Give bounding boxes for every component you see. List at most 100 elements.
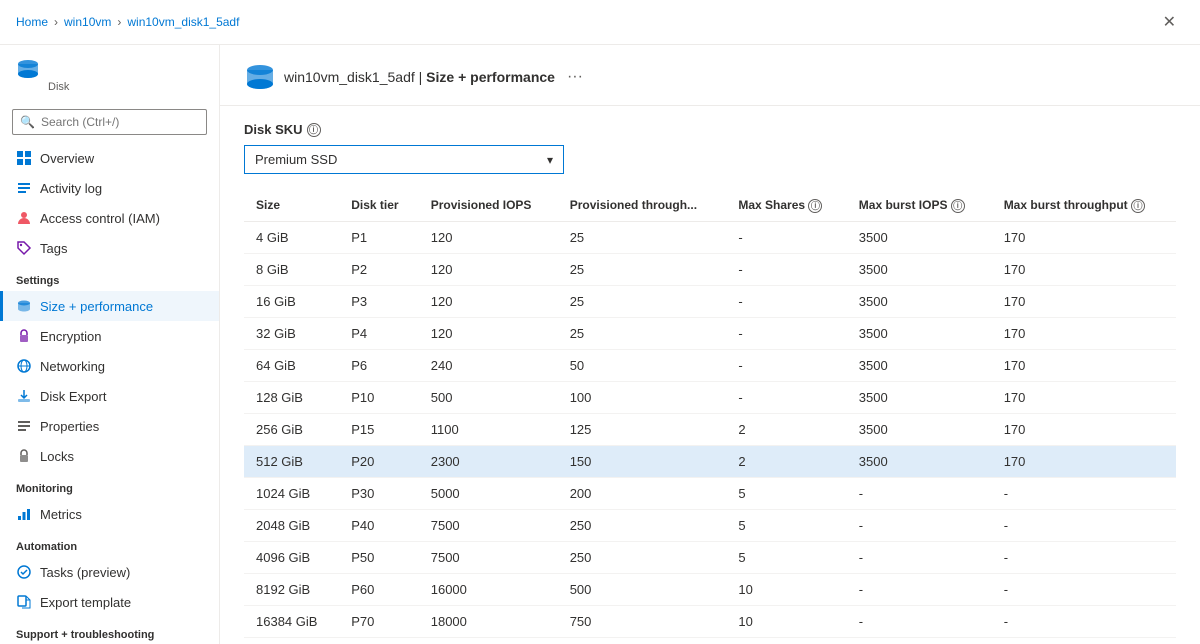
cell-max-shares: 5 (726, 477, 846, 509)
breadcrumb: Home › win10vm › win10vm_disk1_5adf (16, 15, 239, 29)
cell-burst-throughput: 170 (992, 285, 1176, 317)
cell-size: 256 GiB (244, 413, 339, 445)
sidebar-item-disk-export[interactable]: Disk Export (0, 381, 219, 411)
more-options-button[interactable]: ··· (563, 64, 587, 90)
cell-tier: P15 (339, 413, 419, 445)
page-title-container: win10vm_disk1_5adf | Size + performance (284, 69, 555, 85)
sidebar-item-locks[interactable]: Locks (0, 441, 219, 471)
resource-subtitle: Disk (48, 81, 203, 93)
main-area: Disk 🔍 Overview Activity log (0, 45, 1200, 644)
breadcrumb-vm[interactable]: win10vm (64, 15, 111, 29)
cell-burst-iops: 3500 (847, 349, 992, 381)
cell-size: 8 GiB (244, 253, 339, 285)
sidebar-item-size-performance[interactable]: Size + performance (0, 291, 219, 321)
table-row[interactable]: 4096 GiB P50 7500 250 5 - - (244, 541, 1176, 573)
cell-burst-throughput: 170 (992, 445, 1176, 477)
table-row[interactable]: 64 GiB P6 240 50 - 3500 170 (244, 349, 1176, 381)
cell-size: 512 GiB (244, 445, 339, 477)
close-button[interactable]: ✕ (1155, 8, 1184, 36)
table-body: 4 GiB P1 120 25 - 3500 170 8 GiB P2 120 … (244, 221, 1176, 644)
sidebar: Disk 🔍 Overview Activity log (0, 45, 220, 644)
burst-iops-info-icon[interactable]: ⓘ (951, 199, 965, 213)
cell-size: 8192 GiB (244, 573, 339, 605)
table-row[interactable]: 512 GiB P20 2300 150 2 3500 170 (244, 445, 1176, 477)
search-input[interactable] (12, 109, 207, 135)
sidebar-item-encryption[interactable]: Encryption (0, 321, 219, 351)
table-row[interactable]: 16 GiB P3 120 25 - 3500 170 (244, 285, 1176, 317)
cell-iops: 120 (419, 221, 558, 253)
table-row[interactable]: 8 GiB P2 120 25 - 3500 170 (244, 253, 1176, 285)
sidebar-item-overview[interactable]: Overview (0, 143, 219, 173)
cell-iops: 7500 (419, 509, 558, 541)
breadcrumb-disk[interactable]: win10vm_disk1_5adf (127, 15, 239, 29)
sidebar-item-properties[interactable]: Properties (0, 411, 219, 441)
cell-throughput: 125 (558, 413, 727, 445)
table-row[interactable]: 256 GiB P15 1100 125 2 3500 170 (244, 413, 1176, 445)
table-row[interactable]: 128 GiB P10 500 100 - 3500 170 (244, 381, 1176, 413)
sidebar-item-networking[interactable]: Networking (0, 351, 219, 381)
cell-burst-iops: 3500 (847, 285, 992, 317)
size-performance-icon (16, 298, 32, 314)
col-header-burst-throughput: Max burst throughput ⓘ (992, 190, 1176, 221)
table-row[interactable]: 1024 GiB P30 5000 200 5 - - (244, 477, 1176, 509)
table-row[interactable]: 2048 GiB P40 7500 250 5 - - (244, 509, 1176, 541)
breadcrumb-sep-2: › (117, 15, 121, 29)
breadcrumb-sep-1: › (54, 15, 58, 29)
networking-icon (16, 358, 32, 374)
cell-tier: P4 (339, 317, 419, 349)
cell-tier: P40 (339, 509, 419, 541)
disk-sku-dropdown[interactable]: Premium SSD ▾ (244, 145, 564, 174)
cell-size: 16 GiB (244, 285, 339, 317)
app-container: Home › win10vm › win10vm_disk1_5adf ✕ Di… (0, 0, 1200, 644)
table-row[interactable]: 4 GiB P1 120 25 - 3500 170 (244, 221, 1176, 253)
cell-burst-iops: - (847, 541, 992, 573)
cell-throughput: 25 (558, 221, 727, 253)
cell-iops: 16000 (419, 573, 558, 605)
cell-size: 128 GiB (244, 381, 339, 413)
burst-throughput-info-icon[interactable]: ⓘ (1131, 199, 1145, 213)
cell-max-shares: - (726, 253, 846, 285)
cell-burst-throughput: 170 (992, 317, 1176, 349)
table-row[interactable]: 16384 GiB P70 18000 750 10 - - (244, 605, 1176, 637)
tags-icon (16, 240, 32, 256)
cell-throughput: 200 (558, 477, 727, 509)
cell-iops: 120 (419, 317, 558, 349)
disk-sku-info-icon[interactable]: ⓘ (307, 123, 321, 137)
cell-tier: P2 (339, 253, 419, 285)
table-row[interactable]: 32767 GiB P80 20000 900 10 - - (244, 637, 1176, 644)
disk-sku-label: Disk SKU (244, 122, 303, 137)
sidebar-item-tags[interactable]: Tags (0, 233, 219, 263)
cell-max-shares: - (726, 381, 846, 413)
cell-max-shares: - (726, 349, 846, 381)
support-section-header: Support + troubleshooting (0, 617, 219, 644)
export-template-icon (16, 594, 32, 610)
cell-max-shares: 5 (726, 509, 846, 541)
overview-icon (16, 150, 32, 166)
sidebar-item-activity-log[interactable]: Activity log (0, 173, 219, 203)
breadcrumb-home[interactable]: Home (16, 15, 48, 29)
sidebar-label-encryption: Encryption (40, 329, 101, 344)
tasks-icon (16, 564, 32, 580)
sidebar-item-metrics[interactable]: Metrics (0, 499, 219, 529)
table-row[interactable]: 32 GiB P4 120 25 - 3500 170 (244, 317, 1176, 349)
cell-max-shares: 5 (726, 541, 846, 573)
cell-burst-throughput: - (992, 509, 1176, 541)
cell-tier: P1 (339, 221, 419, 253)
sidebar-item-access-control[interactable]: Access control (IAM) (0, 203, 219, 233)
max-shares-info-icon[interactable]: ⓘ (808, 199, 822, 213)
cell-tier: P60 (339, 573, 419, 605)
cell-burst-iops: 3500 (847, 445, 992, 477)
sidebar-label-activity-log: Activity log (40, 181, 102, 196)
settings-section-header: Settings (0, 263, 219, 291)
page-disk-icon (244, 61, 276, 93)
cell-burst-throughput: - (992, 605, 1176, 637)
cell-size: 4096 GiB (244, 541, 339, 573)
col-header-max-shares: Max Shares ⓘ (726, 190, 846, 221)
cell-size: 64 GiB (244, 349, 339, 381)
table-row[interactable]: 8192 GiB P60 16000 500 10 - - (244, 573, 1176, 605)
col-header-burst-iops: Max burst IOPS ⓘ (847, 190, 992, 221)
disk-sku-label-row: Disk SKU ⓘ (244, 122, 1176, 137)
sidebar-item-export-template[interactable]: Export template (0, 587, 219, 617)
cell-burst-iops: 3500 (847, 221, 992, 253)
sidebar-item-tasks[interactable]: Tasks (preview) (0, 557, 219, 587)
